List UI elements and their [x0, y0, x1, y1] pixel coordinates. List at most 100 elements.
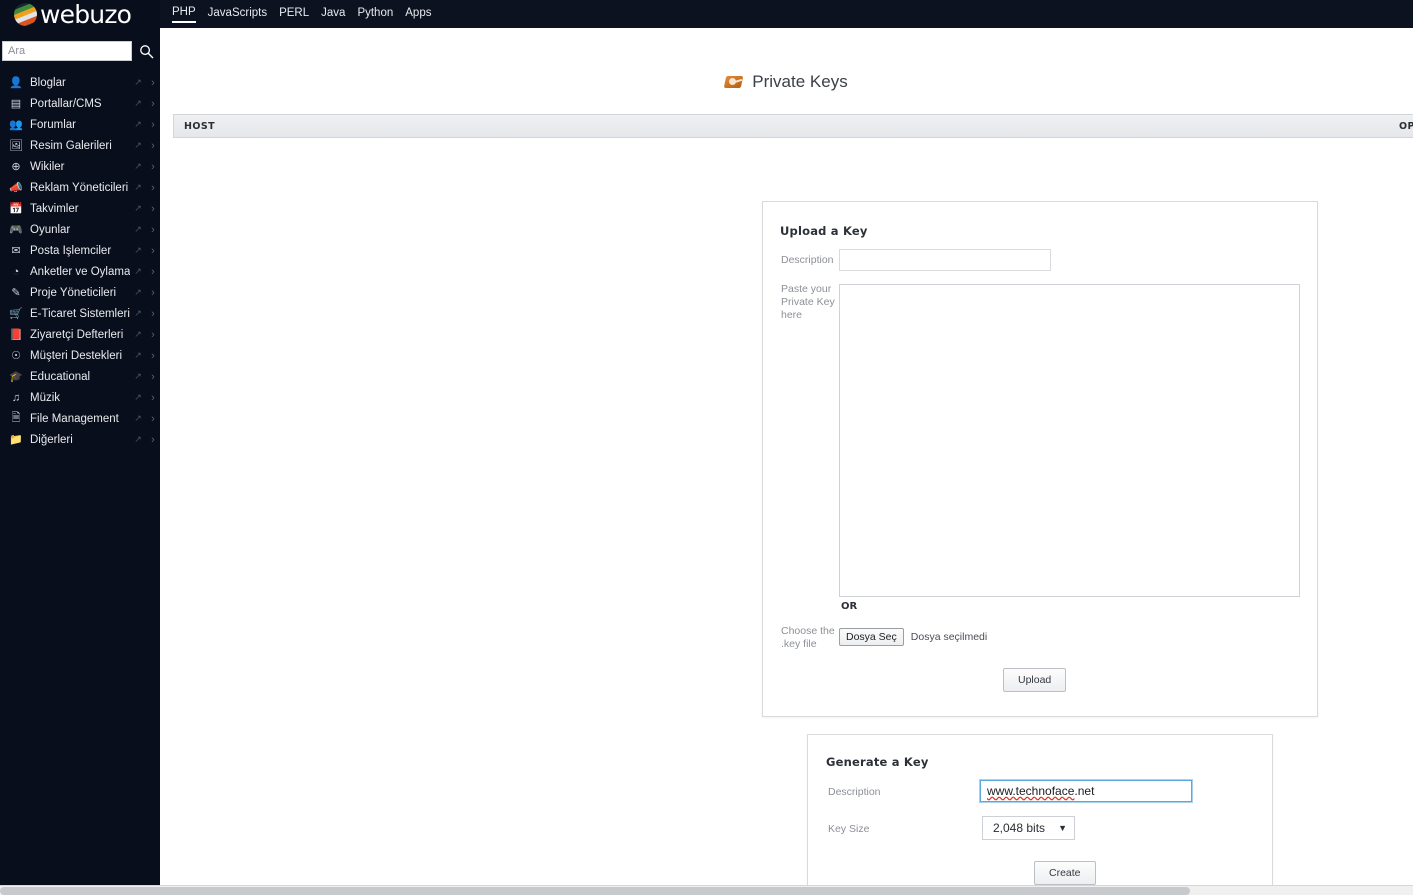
chevron-right-icon[interactable]: › — [146, 119, 160, 131]
topnav-item-php[interactable]: PHP — [172, 5, 196, 23]
generate-panel-title: Generate a Key — [826, 755, 929, 769]
sidebar-item-5[interactable]: 📣 Reklam Yöneticileri ↗ › — [0, 177, 160, 198]
sidebar-item-7[interactable]: 🎮 Oyunlar ↗ › — [0, 219, 160, 240]
external-link-icon[interactable]: ↗ — [130, 77, 146, 88]
chevron-right-icon[interactable]: › — [146, 182, 160, 194]
sidebar-item-17[interactable]: 📁 Diğerleri ↗ › — [0, 429, 160, 450]
external-link-icon[interactable]: ↗ — [130, 119, 146, 130]
image-icon: 🖼 — [9, 140, 23, 152]
page-header: Private Keys — [160, 28, 1413, 92]
sidebar-item-label: Resim Galerileri — [30, 139, 112, 152]
chevron-right-icon[interactable]: › — [146, 371, 160, 383]
keysize-selected-value: 2,048 bits — [993, 821, 1046, 835]
sidebar-search — [0, 38, 160, 64]
shopping-cart-icon: 🛒 — [9, 308, 23, 320]
external-link-icon[interactable]: ↗ — [130, 329, 146, 340]
keysize-select[interactable]: 2,048 bits ▼ — [982, 816, 1075, 840]
chevron-right-icon[interactable]: › — [146, 98, 160, 110]
sidebar-item-4[interactable]: ⊕ Wikiler ↗ › — [0, 156, 160, 177]
sidebar: webuzo 👤Bloglar↗›▤Portallar/CMS↗›👥Foruml… — [0, 0, 160, 885]
sidebar-item-8[interactable]: ✉ Posta İşlemciler ↗ › — [0, 240, 160, 261]
chevron-right-icon[interactable]: › — [146, 245, 160, 257]
sidebar-item-11[interactable]: 🛒 E-Ticaret Sistemleri ↗ › — [0, 303, 160, 324]
page-title: Private Keys — [752, 72, 848, 91]
sidebar-item-14[interactable]: 🎓 Educational ↗ › — [0, 366, 160, 387]
upload-private-key-textarea[interactable] — [839, 284, 1300, 597]
chevron-right-icon[interactable]: › — [146, 266, 160, 278]
chevron-right-icon[interactable]: › — [146, 203, 160, 215]
external-link-icon[interactable]: ↗ — [130, 308, 146, 319]
sidebar-item-13[interactable]: ☉ Müşteri Destekleri ↗ › — [0, 345, 160, 366]
app-root: webuzo 👤Bloglar↗›▤Portallar/CMS↗›👥Foruml… — [0, 0, 1413, 895]
external-link-icon[interactable]: ↗ — [130, 98, 146, 109]
sidebar-nav: 👤 Bloglar ↗ › ▤ Portallar/CMS ↗ › 👥 Forumlar ↗ › 🖼 Re… — [0, 72, 160, 450]
sidebar-item-2[interactable]: 👥 Forumlar ↗ › — [0, 114, 160, 135]
keys-table-header: HOST OPTIONS — [173, 114, 1413, 138]
external-link-icon[interactable]: ↗ — [130, 266, 146, 277]
chevron-right-icon[interactable]: › — [146, 308, 160, 320]
external-link-icon[interactable]: ↗ — [130, 287, 146, 298]
external-link-icon[interactable]: ↗ — [130, 140, 146, 151]
choose-file-button[interactable]: Dosya Seç — [839, 628, 904, 646]
horizontal-scrollbar[interactable] — [0, 885, 1413, 895]
topnav-item-perl[interactable]: PERL — [279, 6, 309, 22]
sidebar-item-3[interactable]: 🖼 Resim Galerileri ↗ › — [0, 135, 160, 156]
chevron-right-icon[interactable]: › — [146, 287, 160, 299]
sidebar-item-12[interactable]: 📕 Ziyaretçi Defterleri ↗ › — [0, 324, 160, 345]
external-link-icon[interactable]: ↗ — [130, 392, 146, 403]
topnav-item-javascripts[interactable]: JavaScripts — [208, 6, 267, 22]
external-link-icon[interactable]: ↗ — [130, 434, 146, 445]
sidebar-item-1[interactable]: ▤ Portallar/CMS ↗ › — [0, 93, 160, 114]
chevron-right-icon[interactable]: › — [146, 392, 160, 404]
external-link-icon[interactable]: ↗ — [130, 413, 146, 424]
chevron-right-icon[interactable]: › — [146, 350, 160, 362]
chevron-right-icon[interactable]: › — [146, 413, 160, 425]
music-note-icon: ♫ — [11, 391, 21, 404]
book-icon: 📕 — [9, 329, 23, 341]
upload-description-input[interactable] — [839, 249, 1051, 271]
sidebar-item-6[interactable]: 📅 Takvimler ↗ › — [0, 198, 160, 219]
horizontal-scrollbar-thumb[interactable] — [0, 887, 1190, 895]
external-link-icon[interactable]: ↗ — [130, 203, 146, 214]
group-icon: 👥 — [9, 119, 23, 131]
sidebar-item-9[interactable]: ◔ Anketler ve Oylamalar↗› — [0, 261, 160, 282]
chevron-right-icon[interactable]: › — [146, 224, 160, 236]
chevron-right-icon[interactable]: › — [146, 140, 160, 152]
chevron-right-icon[interactable]: › — [146, 329, 160, 341]
topnav-item-python[interactable]: Python — [357, 6, 393, 22]
upload-button[interactable]: Upload — [1003, 668, 1067, 692]
create-button[interactable]: Create — [1034, 861, 1096, 885]
chevron-right-icon[interactable]: › — [146, 434, 160, 446]
external-link-icon[interactable]: ↗ — [130, 161, 146, 172]
sidebar-item-15[interactable]: ♫ Müzik ↗ › — [0, 387, 160, 408]
upload-key-panel: Upload a Key Description Paste your Priv… — [762, 201, 1318, 717]
topnav-item-apps[interactable]: Apps — [405, 6, 431, 22]
lifebuoy-icon: ☉ — [11, 350, 21, 362]
brand-name: webuzo — [40, 0, 132, 29]
search-input[interactable] — [2, 41, 132, 61]
generate-description-input[interactable] — [979, 779, 1193, 803]
calendar-icon: 📅 — [9, 203, 23, 215]
webuzo-globe-logo-icon — [14, 2, 37, 26]
sidebar-item-label: Proje Yöneticileri — [30, 286, 117, 299]
top-navigation: PHP JavaScripts PERL Java Python Apps — [160, 0, 1413, 28]
chevron-right-icon[interactable]: › — [146, 77, 160, 89]
external-link-icon[interactable]: ↗ — [130, 245, 146, 256]
external-link-icon[interactable]: ↗ — [130, 371, 146, 382]
generate-key-panel: Generate a Key Description www.technofac… — [807, 734, 1273, 885]
sidebar-item-16[interactable]: 🗎 File Management ↗ › — [0, 408, 160, 429]
sidebar-item-0[interactable]: 👤 Bloglar ↗ › — [0, 72, 160, 93]
sidebar-item-label: Müşteri Destekleri — [30, 349, 123, 362]
external-link-icon[interactable]: ↗ — [130, 182, 146, 193]
search-icon[interactable] — [132, 44, 160, 59]
external-link-icon[interactable]: ↗ — [130, 224, 146, 235]
brand-logo[interactable]: webuzo — [0, 0, 160, 28]
sidebar-item-label: Portallar/CMS — [30, 97, 102, 110]
external-link-icon[interactable]: ↗ — [130, 350, 146, 361]
sidebar-item-label: Posta İşlemciler — [30, 244, 112, 257]
topnav-item-java[interactable]: Java — [321, 6, 345, 22]
edit-note-icon: ✎ — [11, 287, 21, 299]
chevron-right-icon[interactable]: › — [146, 161, 160, 173]
sidebar-item-10[interactable]: ✎ Proje Yöneticileri ↗ › — [0, 282, 160, 303]
upload-file-label: Choose the .key file — [781, 625, 835, 650]
